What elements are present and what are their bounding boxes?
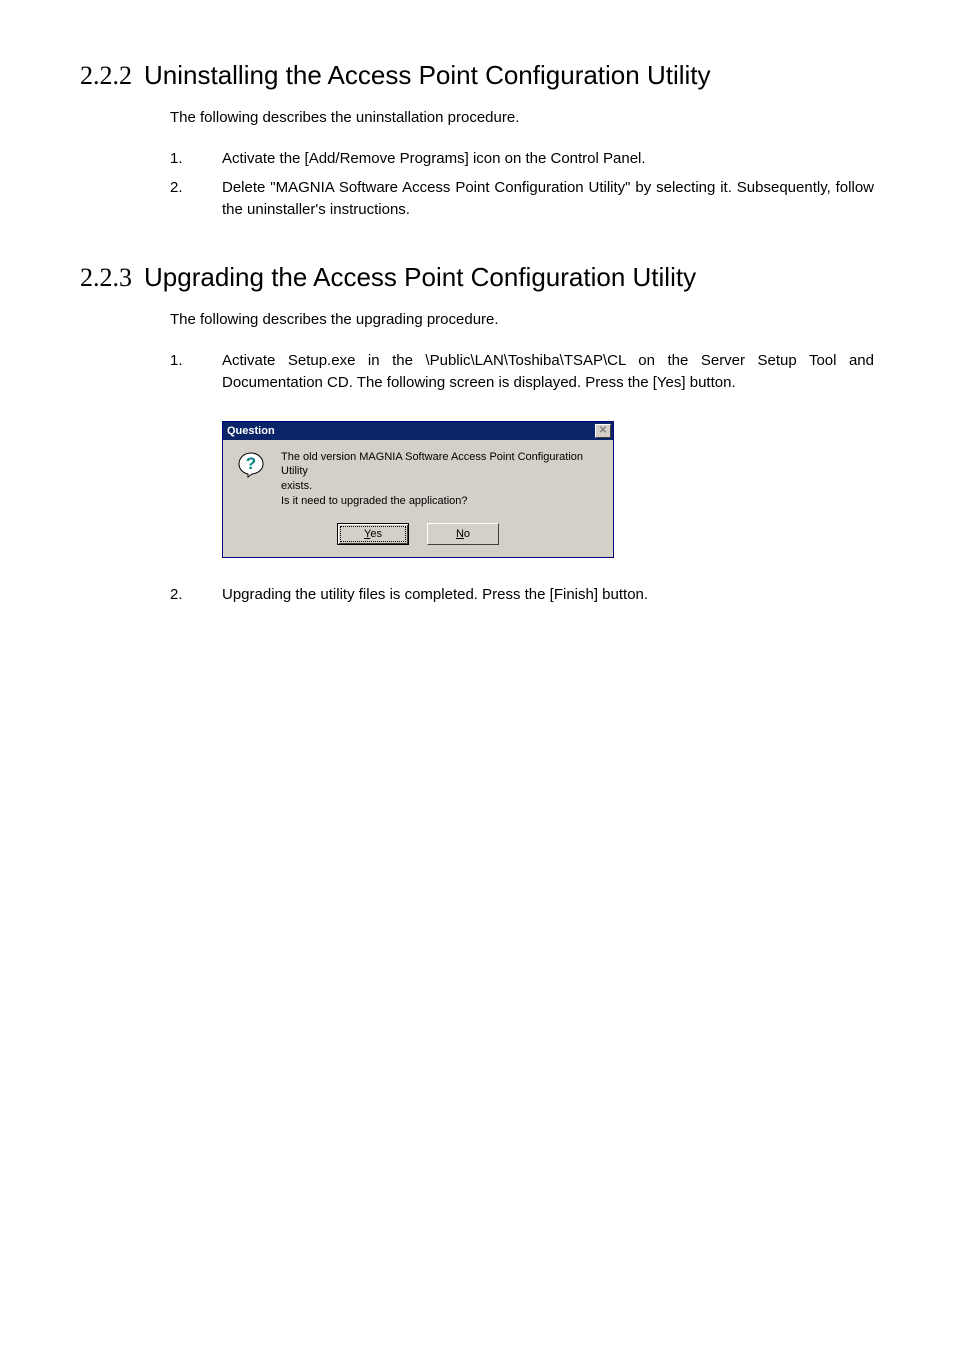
upgrade-steps-after: 2. Upgrading the utility files is comple… [170, 584, 874, 607]
svg-text:?: ? [246, 454, 256, 473]
close-icon: ✕ [599, 425, 607, 436]
list-number: 2. [170, 177, 222, 222]
uninstall-steps: 1. Activate the [Add/Remove Programs] ic… [170, 148, 874, 222]
section-number: 2.2.3 [80, 263, 132, 293]
section-number: 2.2.2 [80, 61, 132, 91]
upgrade-steps-before: 1. Activate Setup.exe in the \Public\LAN… [170, 350, 874, 395]
list-number: 1. [170, 350, 222, 395]
close-button[interactable]: ✕ [595, 424, 611, 438]
list-item: 2. Upgrading the utility files is comple… [170, 584, 874, 607]
list-number: 1. [170, 148, 222, 171]
section-intro: The following describes the uninstallati… [170, 109, 874, 126]
dialog-body: ? The old version MAGNIA Software Access… [223, 440, 613, 557]
dialog-content-row: ? The old version MAGNIA Software Access… [235, 450, 601, 509]
no-rest: o [464, 528, 470, 540]
section-title: Uninstalling the Access Point Configurat… [144, 60, 711, 91]
list-text: Upgrading the utility files is completed… [222, 584, 874, 607]
dialog-button-row: Yes No [235, 523, 601, 545]
no-button[interactable]: No [427, 523, 499, 545]
dialog-screenshot: Question ✕ ? The old version MAGNIA Soft… [222, 421, 874, 558]
section-title: Upgrading the Access Point Configuration… [144, 262, 696, 293]
list-text: Activate Setup.exe in the \Public\LAN\To… [222, 350, 874, 395]
section-intro: The following describes the upgrading pr… [170, 311, 874, 328]
dialog-line: The old version MAGNIA Software Access P… [281, 450, 601, 480]
list-text: Activate the [Add/Remove Programs] icon … [222, 148, 874, 171]
no-mnemonic: N [456, 528, 464, 540]
dialog-line: Is it need to upgraded the application? [281, 494, 601, 509]
dialog-message: The old version MAGNIA Software Access P… [281, 450, 601, 509]
dialog-titlebar: Question ✕ [223, 422, 613, 440]
question-dialog: Question ✕ ? The old version MAGNIA Soft… [222, 421, 614, 558]
section-uninstalling: 2.2.2 Uninstalling the Access Point Conf… [80, 60, 874, 222]
list-item: 1. Activate the [Add/Remove Programs] ic… [170, 148, 874, 171]
section-heading: 2.2.3 Upgrading the Access Point Configu… [80, 262, 874, 293]
list-number: 2. [170, 584, 222, 607]
yes-rest: es [370, 528, 382, 540]
question-icon: ? [235, 450, 267, 482]
section-upgrading: 2.2.3 Upgrading the Access Point Configu… [80, 262, 874, 607]
section-heading: 2.2.2 Uninstalling the Access Point Conf… [80, 60, 874, 91]
dialog-title: Question [227, 425, 275, 437]
yes-button[interactable]: Yes [337, 523, 409, 545]
list-item: 2. Delete "MAGNIA Software Access Point … [170, 177, 874, 222]
list-item: 1. Activate Setup.exe in the \Public\LAN… [170, 350, 874, 395]
dialog-line: exists. [281, 479, 601, 494]
list-text: Delete "MAGNIA Software Access Point Con… [222, 177, 874, 222]
